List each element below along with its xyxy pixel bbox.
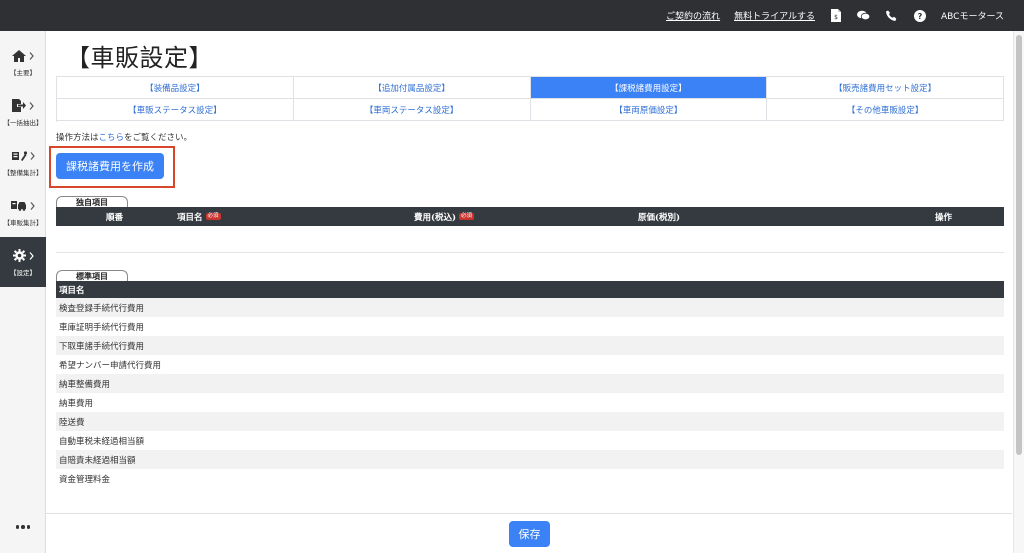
chevron-right-icon bbox=[30, 151, 35, 160]
top-bar: ご契約の流れ 無料トライアルする $ ? ABCモータース bbox=[0, 0, 1024, 31]
table-row: 希望ナンバー申請代行費用 bbox=[59, 360, 162, 371]
sidebar-item-label: 【主要】 bbox=[10, 68, 36, 77]
standard-table-header: 項目名 bbox=[56, 281, 1004, 298]
column-order: 順番 bbox=[106, 212, 124, 223]
chevron-right-icon bbox=[30, 201, 35, 210]
table-row: 資金管理料金 bbox=[59, 474, 111, 485]
sidebar-item-car-sales[interactable]: 【車販集計】 bbox=[0, 187, 46, 237]
table-row: 検査登録手続代行費用 bbox=[56, 298, 1004, 317]
sidebar-item-main[interactable]: 【主要】 bbox=[0, 37, 46, 87]
car-icon bbox=[11, 201, 26, 211]
create-taxable-expense-button[interactable]: 課税諸費用を作成 bbox=[56, 153, 164, 179]
footer-divider bbox=[46, 513, 1012, 514]
column-item-name: 項目名 必須 bbox=[177, 207, 221, 226]
help-icon[interactable]: ? bbox=[913, 9, 927, 23]
custom-table-header: 順番 項目名 必須 費用(税込) 必須 原価(税別) 操作 bbox=[56, 207, 1004, 226]
scrollbar-thumb[interactable] bbox=[1016, 35, 1022, 455]
table-row: 自賠責未経過相当額 bbox=[56, 450, 1004, 469]
chevron-right-icon bbox=[29, 251, 34, 260]
column-item-name-label: 項目名 bbox=[177, 212, 203, 223]
sidebar-item-label: 【設定】 bbox=[10, 268, 36, 277]
tab-accessories[interactable]: 【追加付属品設定】 bbox=[293, 77, 531, 99]
column-cost-tax-incl: 費用(税込) 必須 bbox=[414, 207, 475, 226]
sidebar-item-label: 【車販集計】 bbox=[3, 218, 43, 227]
page-title: 【車販設定】 bbox=[66, 44, 213, 72]
column-cost-label: 費用(税込) bbox=[414, 212, 457, 223]
sidebar: 【主要】 【一括抽出】 【整備集計】 【車販集計】 【設定】 bbox=[0, 31, 46, 553]
howto-text: 操作方法はこちらをご覧ください。 bbox=[56, 131, 192, 143]
gear-icon bbox=[12, 249, 26, 262]
chevron-right-icon bbox=[29, 51, 34, 60]
save-button[interactable]: 保存 bbox=[509, 521, 550, 547]
custom-table-empty-row bbox=[56, 226, 1004, 253]
tab-sales-expense-sets[interactable]: 【販売諸費用セット設定】 bbox=[767, 77, 1004, 99]
tab-vehicle-status[interactable]: 【車両ステータス設定】 bbox=[293, 99, 531, 121]
phone-icon[interactable] bbox=[885, 9, 899, 23]
scrollbar[interactable] bbox=[1013, 31, 1024, 553]
free-trial-link[interactable]: 無料トライアルする bbox=[734, 9, 815, 22]
more-icon[interactable] bbox=[0, 517, 46, 537]
column-item-name: 項目名 bbox=[59, 285, 85, 296]
howto-link[interactable]: こちら bbox=[99, 133, 125, 143]
export-icon bbox=[12, 99, 26, 112]
tools-icon bbox=[11, 150, 27, 161]
required-badge: 必須 bbox=[205, 212, 221, 221]
sidebar-item-label: 【一括抽出】 bbox=[3, 118, 43, 127]
tab-equipment[interactable]: 【装備品設定】 bbox=[57, 77, 294, 99]
table-row: 納車費用 bbox=[59, 398, 94, 409]
sidebar-item-label: 【整備集計】 bbox=[3, 168, 43, 177]
sidebar-item-settings[interactable]: 【設定】 bbox=[0, 237, 46, 287]
top-links: ご契約の流れ 無料トライアルする $ ? ABCモータース bbox=[666, 0, 1004, 31]
tab-sales-status[interactable]: 【車販ステータス設定】 bbox=[57, 99, 294, 121]
table-row: 下取車諸手続代行費用 bbox=[56, 336, 1004, 355]
chat-icon[interactable] bbox=[857, 9, 871, 23]
home-icon bbox=[12, 49, 26, 62]
sidebar-item-bulk-extract[interactable]: 【一括抽出】 bbox=[0, 87, 46, 137]
howto-suffix: をご覧ください。 bbox=[124, 133, 193, 143]
tab-vehicle-cost[interactable]: 【車両原価設定】 bbox=[530, 99, 768, 121]
tab-other-sales[interactable]: 【その他車販設定】 bbox=[767, 99, 1004, 121]
table-row: 自動車税未経過相当額 bbox=[59, 436, 145, 447]
svg-text:$: $ bbox=[834, 14, 838, 21]
column-action: 操作 bbox=[935, 212, 953, 223]
settings-tabs: 【装備品設定】 【追加付属品設定】 【課税諸費用設定】 【販売諸費用セット設定】… bbox=[56, 76, 1004, 122]
svg-text:?: ? bbox=[918, 12, 923, 21]
howto-prefix: 操作方法は bbox=[56, 133, 99, 143]
contract-flow-link[interactable]: ご契約の流れ bbox=[666, 9, 720, 22]
document-icon[interactable]: $ bbox=[829, 9, 843, 23]
sidebar-item-maintenance[interactable]: 【整備集計】 bbox=[0, 137, 46, 187]
tab-taxable-expenses[interactable]: 【課税諸費用設定】 bbox=[530, 77, 768, 99]
chevron-right-icon bbox=[29, 101, 34, 110]
table-row: 納車整備費用 bbox=[56, 374, 1004, 393]
table-row: 車庫証明手続代行費用 bbox=[59, 322, 145, 333]
column-original-cost: 原価(税別) bbox=[638, 212, 681, 223]
table-row: 陸送費 bbox=[56, 412, 1004, 431]
company-name[interactable]: ABCモータース bbox=[941, 9, 1004, 22]
required-badge: 必須 bbox=[459, 212, 475, 221]
